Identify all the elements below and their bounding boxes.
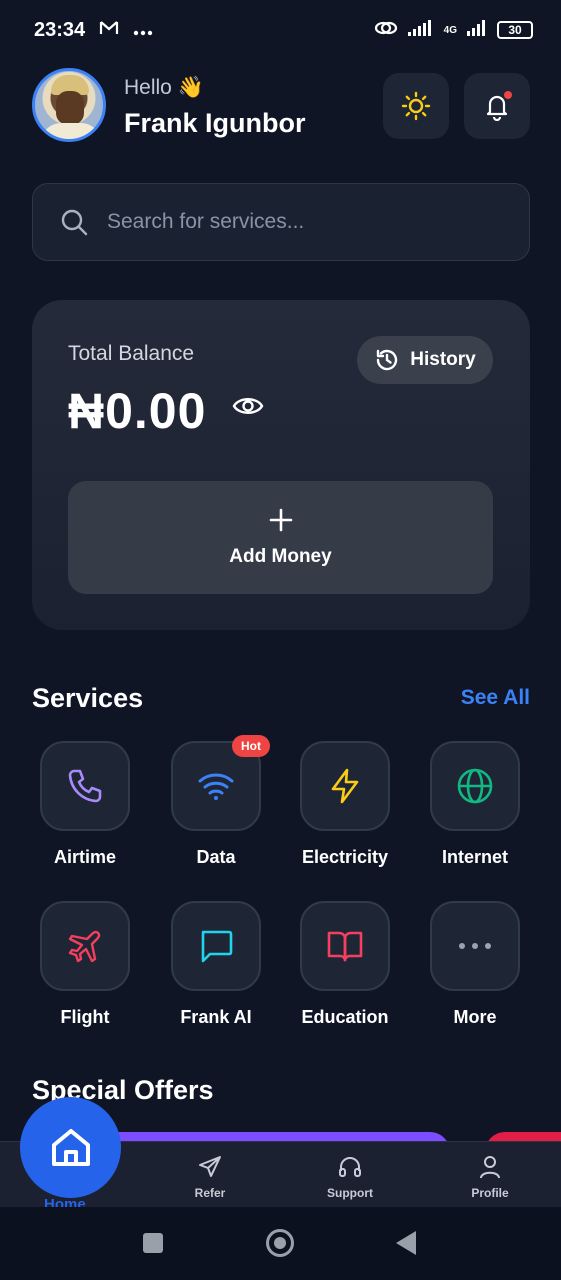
nav-refer-label: Refer bbox=[194, 1186, 226, 1200]
eye-icon bbox=[232, 398, 264, 414]
service-tile bbox=[430, 741, 520, 831]
home-system-button[interactable] bbox=[266, 1229, 294, 1257]
history-button[interactable]: History bbox=[357, 336, 493, 384]
search-icon bbox=[61, 209, 88, 236]
service-tile bbox=[171, 901, 261, 991]
service-education[interactable]: Education bbox=[290, 901, 410, 1041]
send-icon bbox=[199, 1156, 221, 1177]
service-tile bbox=[40, 741, 130, 831]
more-icon bbox=[459, 943, 491, 949]
add-money-label: Add Money bbox=[229, 545, 332, 567]
network-type: 4G bbox=[443, 24, 457, 36]
status-time: 23:34 bbox=[34, 18, 86, 41]
avatar-robe bbox=[41, 123, 101, 139]
service-tile bbox=[300, 741, 390, 831]
history-icon bbox=[377, 349, 398, 371]
nav-support[interactable]: Support bbox=[300, 1154, 400, 1200]
chat-icon bbox=[201, 930, 233, 963]
services-title: Services bbox=[32, 683, 144, 713]
home-icon bbox=[51, 1128, 90, 1166]
back-button[interactable] bbox=[396, 1231, 416, 1255]
service-airtime[interactable]: Airtime bbox=[30, 741, 150, 881]
lightning-icon bbox=[331, 768, 359, 804]
plane-icon bbox=[68, 930, 101, 963]
wifi-icon bbox=[198, 773, 234, 800]
service-tile bbox=[430, 901, 520, 991]
battery-icon: 30 bbox=[497, 21, 533, 39]
toggle-balance-visibility-button[interactable] bbox=[232, 394, 264, 423]
nav-profile-label: Profile bbox=[471, 1186, 509, 1200]
greeting: Hello 👋 bbox=[124, 76, 204, 99]
search-bar[interactable] bbox=[32, 183, 530, 261]
header: Hello 👋 Frank Igunbor bbox=[30, 68, 530, 144]
plus-icon bbox=[269, 508, 292, 531]
service-flight[interactable]: Flight bbox=[30, 901, 150, 1041]
service-label: Electricity bbox=[301, 847, 389, 867]
service-tile bbox=[40, 901, 130, 991]
service-label: Education bbox=[301, 1007, 389, 1027]
sun-icon bbox=[401, 91, 431, 121]
user-icon bbox=[480, 1156, 500, 1179]
nav-profile[interactable]: Profile bbox=[440, 1154, 540, 1200]
service-label: Data bbox=[196, 847, 236, 867]
balance-label: Total Balance bbox=[68, 342, 195, 365]
see-all-link[interactable]: See All bbox=[461, 686, 530, 710]
gmail-icon bbox=[99, 19, 119, 42]
system-nav-bar bbox=[0, 1207, 561, 1280]
phone-icon bbox=[68, 769, 102, 803]
balance-amount: ₦0.00 bbox=[68, 383, 207, 439]
link-icon bbox=[374, 18, 398, 43]
theme-toggle-button[interactable] bbox=[383, 73, 449, 139]
signal-icon bbox=[407, 19, 434, 42]
service-electricity[interactable]: Electricity bbox=[290, 741, 410, 881]
nav-home-button[interactable] bbox=[20, 1097, 121, 1198]
service-frank-ai[interactable]: Frank AI bbox=[161, 901, 281, 1041]
service-label: Frank AI bbox=[180, 1007, 252, 1027]
balance-card: Total Balance ₦0.00 History Add Money bbox=[32, 300, 530, 630]
more-notifications-icon bbox=[133, 19, 153, 42]
status-left: 23:34 bbox=[34, 19, 153, 42]
search-input[interactable] bbox=[107, 210, 487, 234]
hot-badge: Hot bbox=[232, 735, 270, 757]
service-more[interactable]: More bbox=[420, 901, 540, 1041]
service-tile bbox=[300, 901, 390, 991]
service-internet[interactable]: Internet bbox=[420, 741, 540, 881]
globe-icon bbox=[457, 768, 493, 804]
service-label: Internet bbox=[441, 847, 508, 867]
user-name: Frank Igunbor bbox=[124, 108, 306, 138]
status-bar: 23:34 4G 30 bbox=[0, 0, 561, 60]
service-label: More bbox=[453, 1007, 497, 1027]
book-icon bbox=[327, 931, 363, 962]
notification-dot bbox=[504, 91, 512, 99]
notifications-button[interactable] bbox=[464, 73, 530, 139]
service-data[interactable]: Data bbox=[161, 741, 281, 881]
status-right: 4G 30 bbox=[374, 18, 533, 43]
history-label: History bbox=[410, 349, 476, 370]
add-money-button[interactable]: Add Money bbox=[68, 481, 493, 594]
signal-icon-2 bbox=[467, 19, 487, 42]
nav-refer[interactable]: Refer bbox=[160, 1154, 260, 1200]
service-label: Airtime bbox=[53, 847, 116, 867]
recents-button[interactable] bbox=[143, 1233, 163, 1253]
avatar-face bbox=[56, 91, 84, 125]
headphones-icon bbox=[339, 1157, 361, 1177]
service-label: Flight bbox=[60, 1007, 110, 1027]
nav-support-label: Support bbox=[327, 1186, 373, 1200]
avatar[interactable] bbox=[32, 68, 106, 142]
